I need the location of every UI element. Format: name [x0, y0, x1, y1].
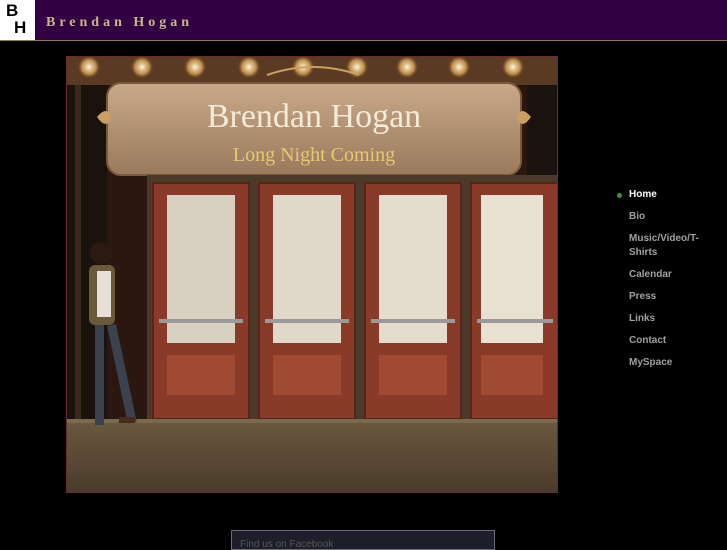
nav-contact[interactable]: Contact: [617, 334, 717, 348]
hero-photo: Brendan Hogan Long Night Coming: [67, 57, 557, 492]
site-logo[interactable]: B H: [0, 0, 35, 40]
nav-music-video-tshirts[interactable]: Music/Video/T-Shirts: [617, 232, 717, 260]
hero-image: Brendan Hogan Long Night Coming: [66, 56, 558, 493]
marquee-title: Brendan Hogan: [207, 98, 421, 135]
logo-letter-h: H: [14, 18, 27, 37]
nav-myspace[interactable]: MySpace: [617, 356, 717, 370]
nav-calendar[interactable]: Calendar: [617, 268, 717, 282]
nav-press[interactable]: Press: [617, 290, 717, 304]
site-header: B H Brendan Hogan: [0, 0, 727, 41]
nav-bio[interactable]: Bio: [617, 210, 717, 224]
site-title: Brendan Hogan: [46, 15, 194, 30]
nav-home[interactable]: Home: [617, 188, 717, 202]
facebook-widget[interactable]: Find us on Facebook: [231, 530, 495, 550]
nav-links[interactable]: Links: [617, 312, 717, 326]
theater-doors: [152, 182, 557, 420]
main-nav: Home Bio Music/Video/T-Shirts Calendar P…: [617, 188, 717, 378]
marquee-subtitle: Long Night Coming: [233, 144, 395, 166]
